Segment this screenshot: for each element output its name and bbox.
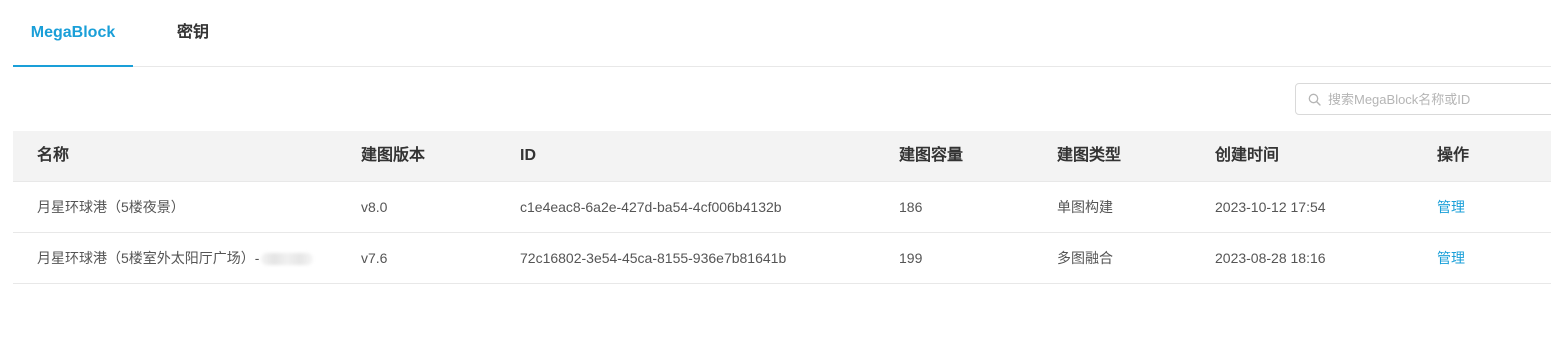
column-header-capacity: 建图容量	[899, 147, 964, 164]
column-header-name: 名称	[37, 147, 70, 164]
cell-type: 单图构建	[1057, 199, 1113, 215]
table-header: 名称 建图版本 ID 建图容量 建图类型 创建时间 操作	[13, 131, 1551, 182]
cell-type: 多图融合	[1057, 250, 1113, 266]
megablock-table: 名称 建图版本 ID 建图容量 建图类型 创建时间 操作 月星环球港（5楼夜景）…	[13, 131, 1551, 284]
cell-actions: 管理	[1437, 182, 1465, 232]
cell-version: v8.0	[361, 199, 388, 215]
manage-link[interactable]: 管理	[1437, 199, 1465, 215]
cell-actions: 管理	[1437, 233, 1465, 283]
search-box[interactable]	[1295, 83, 1551, 115]
tab-bar: MegaBlock 密钥	[13, 0, 1551, 67]
megablock-page: MegaBlock 密钥 名称 建图版本 ID 建图容量 建图类型 创建时间 操…	[0, 0, 1551, 344]
table-row: 月星环球港（5楼夜景） v8.0 c1e4eac8-6a2e-427d-ba54…	[13, 182, 1551, 233]
search-icon	[1308, 93, 1321, 106]
column-header-created: 创建时间	[1215, 147, 1280, 164]
search-input[interactable]	[1326, 90, 1550, 108]
cell-name-text: 月星环球港（5楼室外太阳厅广场）-	[37, 250, 260, 266]
cell-created: 2023-08-28 18:16	[1215, 250, 1326, 266]
table-row: 月星环球港（5楼室外太阳厅广场）- v7.6 72c16802-3e54-45c…	[13, 233, 1551, 284]
tab-megablock[interactable]: MegaBlock	[13, 0, 133, 67]
cell-version: v7.6	[361, 250, 388, 266]
cell-id: 72c16802-3e54-45ca-8155-936e7b81641b	[520, 250, 787, 266]
manage-link[interactable]: 管理	[1437, 250, 1465, 266]
column-header-version: 建图版本	[361, 147, 426, 164]
column-header-id: ID	[520, 147, 536, 164]
column-header-actions: 操作	[1437, 147, 1470, 164]
tab-keys[interactable]: 密钥	[153, 0, 233, 66]
cell-capacity: 199	[899, 250, 923, 266]
cell-created: 2023-10-12 17:54	[1215, 199, 1326, 215]
cell-name: 月星环球港（5楼夜景）	[37, 199, 185, 215]
column-header-type: 建图类型	[1057, 147, 1122, 164]
redacted-text	[261, 253, 314, 266]
cell-id: c1e4eac8-6a2e-427d-ba54-4cf006b4132b	[520, 199, 782, 215]
cell-name: 月星环球港（5楼室外太阳厅广场）-	[37, 233, 314, 283]
cell-capacity: 186	[899, 199, 923, 215]
